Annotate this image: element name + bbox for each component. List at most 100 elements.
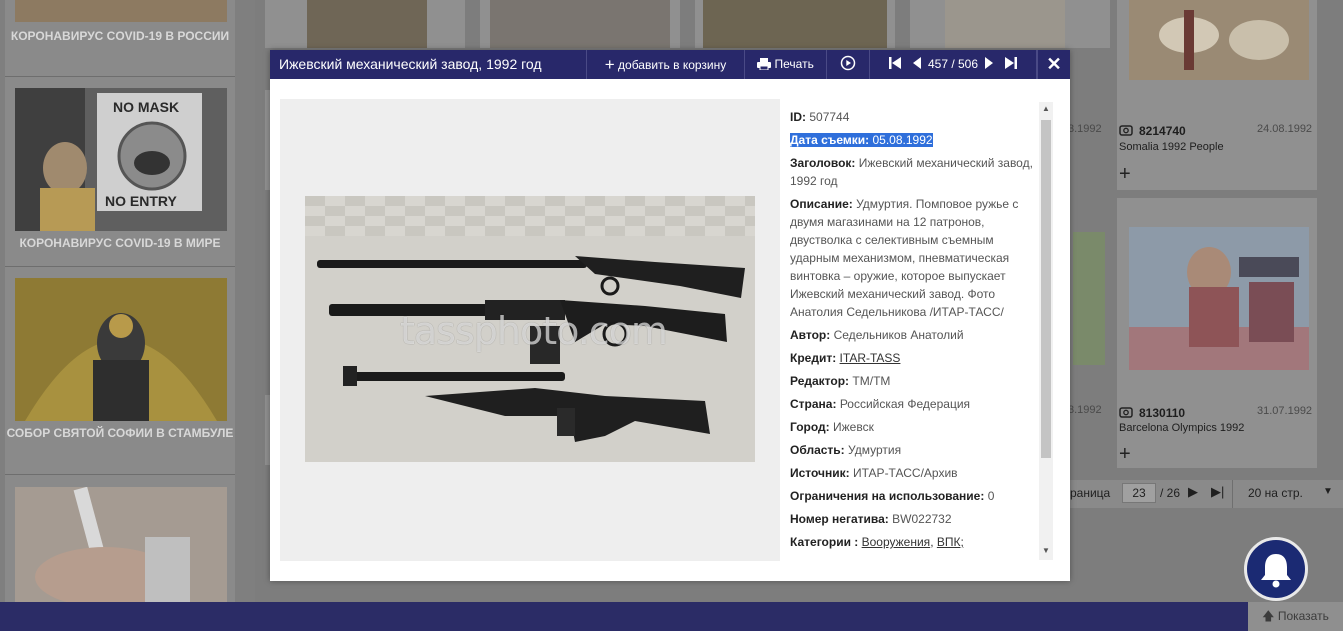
close-button[interactable]: ✕ bbox=[1037, 50, 1070, 79]
field-label: Редактор: bbox=[790, 374, 850, 388]
page-label: раница bbox=[1070, 486, 1111, 500]
photo-date: 31.07.1992 bbox=[1257, 405, 1313, 417]
photo-detail-modal: Ижевский механический завод, 1992 год + … bbox=[270, 50, 1070, 581]
photo-caption[interactable]: Somalia 1992 People bbox=[1119, 141, 1224, 153]
field-value: 05.08.1992 bbox=[872, 133, 933, 147]
grid-tile[interactable] bbox=[695, 0, 895, 48]
show-button[interactable]: 🡅 Показать bbox=[1248, 602, 1343, 631]
vaccine-photo bbox=[15, 487, 227, 602]
field-label: Дата съемки: bbox=[790, 133, 870, 147]
sidebar-card-vaccine[interactable] bbox=[5, 487, 235, 602]
field-label: Страна: bbox=[790, 397, 837, 411]
main-photo[interactable]: tassphoto.com bbox=[305, 196, 755, 462]
next-photo-icon[interactable] bbox=[984, 57, 994, 69]
show-button-label: Показать bbox=[1277, 609, 1329, 623]
field-label: Кредит: bbox=[790, 351, 837, 365]
field-value: ИТАР-ТАСС/Архив bbox=[853, 466, 958, 480]
bell-icon bbox=[1261, 554, 1291, 588]
per-page-select[interactable]: 20 на стр. bbox=[1248, 486, 1303, 500]
sidebar-card-label: КОРОНАВИРУС COVID-19 В РОССИИ bbox=[10, 29, 230, 43]
sidebar-thumb: NO MASK NO ENTRY bbox=[15, 88, 227, 231]
camera-icon bbox=[1119, 124, 1133, 139]
prev-photo-icon[interactable] bbox=[912, 57, 922, 69]
last-page-icon[interactable]: ▶| bbox=[1211, 484, 1224, 500]
sidebar-card-hagia-sophia[interactable]: СОБОР СВЯТОЙ СОФИИ В СТАМБУЛЕ bbox=[5, 278, 235, 474]
field-categories: Категории : Вооружения, ВПК; bbox=[790, 535, 964, 549]
divider bbox=[5, 266, 235, 267]
sidebar-thumb bbox=[15, 0, 227, 22]
selected-text: Дата съемки: 05.08.1992 bbox=[790, 133, 933, 147]
photo-date-partial: 3.1992 bbox=[1068, 123, 1102, 135]
field-usage-restrictions: Ограничения на использование: 0 bbox=[790, 487, 1035, 505]
grid-thumb[interactable] bbox=[1073, 232, 1105, 365]
sidebar-card-covid-russia[interactable]: КОРОНАВИРУС COVID-19 В РОССИИ bbox=[5, 0, 235, 76]
chevron-down-icon[interactable]: ▼ bbox=[1323, 486, 1333, 497]
field-shoot-date: Дата съемки: 05.08.1992 bbox=[790, 131, 1035, 149]
sidebar-thumb bbox=[15, 278, 227, 421]
page-input[interactable]: 23 bbox=[1122, 483, 1156, 503]
grid-tile[interactable] bbox=[480, 0, 680, 48]
grid-tile-somalia[interactable]: 8214740 24.08.1992 Somalia 1992 People + bbox=[1117, 0, 1317, 190]
credit-link[interactable]: ITAR-TASS bbox=[840, 351, 901, 365]
sidebar-card-covid-world[interactable]: NO MASK NO ENTRY КОРОНАВИРУС COVID-19 В … bbox=[5, 88, 235, 266]
field-negative-number: Номер негатива: BW022732 bbox=[790, 510, 1035, 528]
photo-viewer: tassphoto.com bbox=[280, 99, 780, 561]
field-label: Категории : bbox=[790, 535, 859, 549]
watermark: tassphoto.com bbox=[400, 309, 668, 353]
print-button[interactable]: Печать bbox=[744, 50, 826, 79]
field-author: Автор: Седельников Анатолий bbox=[790, 326, 1035, 344]
photo-id[interactable]: 8130110 bbox=[1139, 406, 1185, 420]
field-label: Источник: bbox=[790, 466, 850, 480]
field-label: Номер негатива: bbox=[790, 512, 889, 526]
field-label: Заголовок: bbox=[790, 156, 856, 170]
add-to-cart-label: добавить в корзину bbox=[618, 58, 727, 72]
field-value: Удмуртия. Помповое ружье с двумя магазин… bbox=[790, 197, 1019, 319]
field-country: Страна: Российская Федерация bbox=[790, 395, 1035, 413]
add-icon[interactable]: + bbox=[1119, 443, 1131, 466]
notification-bell-button[interactable] bbox=[1244, 537, 1308, 601]
slideshow-button[interactable] bbox=[826, 50, 869, 79]
photo-date-partial: 3.1992 bbox=[1068, 404, 1102, 416]
grid-thumb bbox=[490, 0, 670, 48]
modal-title: Ижевский механический завод, 1992 год bbox=[279, 56, 542, 72]
photo-id[interactable]: 8214740 bbox=[1139, 124, 1186, 138]
category-link[interactable]: ВПК; bbox=[937, 535, 964, 549]
modal-header: Ижевский механический завод, 1992 год + … bbox=[270, 50, 1070, 79]
grid-thumb bbox=[307, 0, 427, 48]
close-icon: ✕ bbox=[1046, 54, 1062, 74]
sidebar-thumb bbox=[15, 487, 227, 602]
barcelona-photo bbox=[1129, 227, 1309, 370]
svg-text:NO MASK: NO MASK bbox=[113, 99, 179, 115]
last-photo-icon[interactable] bbox=[1004, 57, 1018, 69]
grid-tile-barcelona[interactable]: 8130110 31.07.1992 Barcelona Olympics 19… bbox=[1117, 198, 1317, 468]
divider bbox=[5, 474, 235, 475]
navigation-group: 457 / 506 bbox=[869, 50, 1037, 79]
scroll-up-icon[interactable]: ▲ bbox=[1041, 104, 1051, 114]
photo-caption[interactable]: Barcelona Olympics 1992 bbox=[1119, 422, 1244, 434]
sidebar-card-label: КОРОНАВИРУС COVID-19 В МИРЕ bbox=[19, 236, 221, 250]
add-to-cart-button[interactable]: + добавить в корзину bbox=[586, 50, 744, 79]
next-page-icon[interactable]: ▶ bbox=[1188, 484, 1198, 500]
add-icon[interactable]: + bbox=[1119, 163, 1131, 186]
scroll-down-icon[interactable]: ▼ bbox=[1041, 546, 1051, 556]
photo-counter: 457 / 506 bbox=[927, 57, 979, 71]
info-scrollbar[interactable]: ▲ ▼ bbox=[1039, 102, 1053, 560]
field-headline: Заголовок: Ижевский механический завод, … bbox=[790, 154, 1035, 190]
field-value: BW022732 bbox=[892, 512, 952, 526]
category-link[interactable]: Вооружения bbox=[862, 535, 931, 549]
field-description: Описание: Удмуртия. Помповое ружье с дву… bbox=[790, 195, 1035, 321]
printer-icon bbox=[757, 58, 772, 71]
field-region: Область: Удмуртия bbox=[790, 441, 1035, 459]
field-city: Город: Ижевск bbox=[790, 418, 1035, 436]
field-value: Удмуртия bbox=[848, 443, 902, 457]
scrollbar-thumb[interactable] bbox=[1041, 120, 1051, 458]
first-photo-icon[interactable] bbox=[888, 57, 902, 69]
field-label: Описание: bbox=[790, 197, 853, 211]
field-value: Седельников Анатолий bbox=[833, 328, 964, 342]
grid-tile[interactable] bbox=[265, 0, 465, 48]
field-label: Область: bbox=[790, 443, 845, 457]
grid-tile[interactable] bbox=[910, 0, 1110, 48]
grid-thumb bbox=[1129, 0, 1309, 80]
svg-text:NO ENTRY: NO ENTRY bbox=[105, 193, 177, 209]
field-editor: Редактор: ТМ/ТМ bbox=[790, 372, 1035, 390]
